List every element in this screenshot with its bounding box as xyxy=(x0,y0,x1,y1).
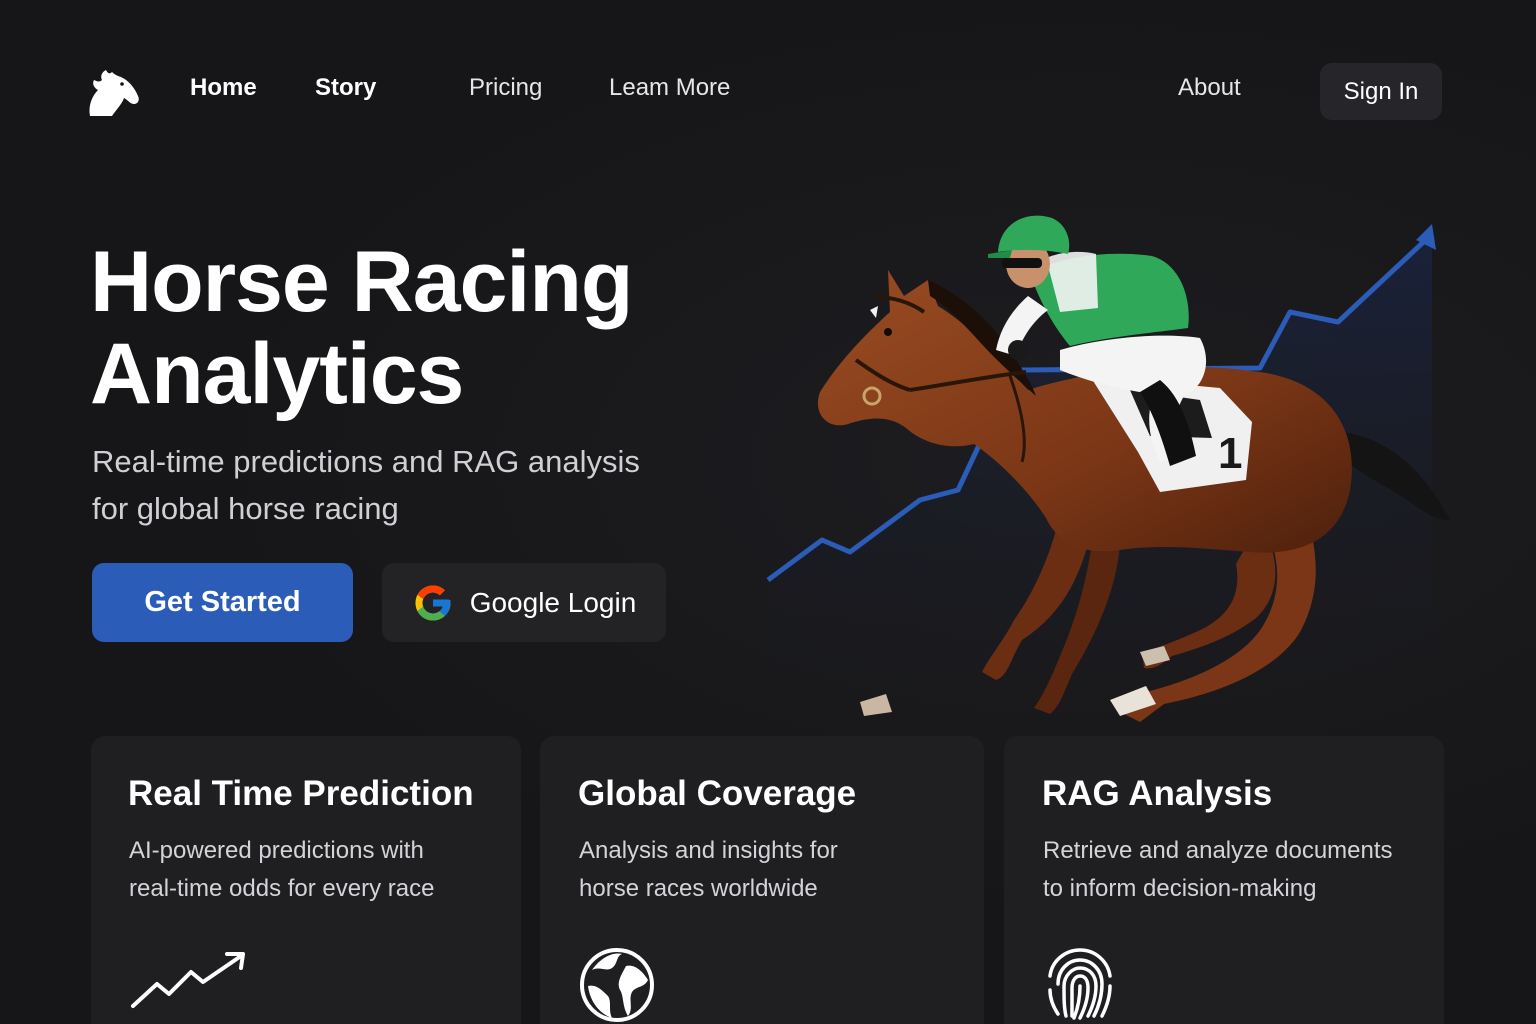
hero-subtitle: Real-time predictions and RAG analysis f… xyxy=(92,438,732,532)
hero-title-line-2: Analytics xyxy=(90,326,464,422)
globe-icon xyxy=(580,948,654,1022)
landing-page: Home Story Pricing Leam More About Sign … xyxy=(0,0,1536,1024)
saddle-number: 1 xyxy=(1218,429,1242,478)
nav-about[interactable]: About xyxy=(1178,74,1241,102)
card-desc-line-1: Analysis and insights for xyxy=(579,837,838,864)
google-login-button[interactable]: Google Login xyxy=(382,563,666,642)
card-desc-line-2: to inform decision-making xyxy=(1043,875,1317,902)
card-desc-line-1: Retrieve and analyze documents xyxy=(1043,837,1393,864)
nav-home[interactable]: Home xyxy=(190,74,257,102)
hero-title-line-1: Horse Racing xyxy=(90,234,633,330)
card-description: Retrieve and analyze documents to inform… xyxy=(1043,832,1423,908)
card-desc-line-2: horse races worldwide xyxy=(579,875,818,902)
card-description: AI-powered predictions with real-time od… xyxy=(129,832,509,908)
card-title: Real Time Prediction xyxy=(128,774,474,813)
card-title: RAG Analysis xyxy=(1042,774,1273,813)
nav-story[interactable]: Story xyxy=(315,74,376,102)
feature-card-real-time-prediction: Real Time Prediction AI-powered predicti… xyxy=(91,736,521,1024)
hero-subtitle-line-2: for global horse racing xyxy=(92,491,399,526)
hero-subtitle-line-1: Real-time predictions and RAG analysis xyxy=(92,444,640,479)
jockey-horse-illustration: 1 xyxy=(766,215,1450,740)
fingerprint-icon xyxy=(1048,948,1112,1020)
google-login-label: Google Login xyxy=(469,586,637,618)
get-started-button[interactable]: Get Started xyxy=(92,563,353,642)
feature-card-rag-analysis: RAG Analysis Retrieve and analyze docume… xyxy=(1004,736,1444,1024)
feature-card-global-coverage: Global Coverage Analysis and insights fo… xyxy=(540,736,984,1024)
hero-title: Horse Racing Analytics xyxy=(90,236,730,420)
google-g-icon xyxy=(415,585,451,620)
nav-learn-more[interactable]: Leam More xyxy=(609,74,730,102)
card-desc-line-2: real-time odds for every race xyxy=(129,875,435,902)
card-description: Analysis and insights for horse races wo… xyxy=(579,832,959,908)
card-desc-line-1: AI-powered predictions with xyxy=(129,837,424,864)
card-title: Global Coverage xyxy=(578,774,857,813)
horse-head-icon[interactable] xyxy=(84,66,142,118)
sign-in-button[interactable]: Sign In xyxy=(1320,63,1442,120)
nav-pricing[interactable]: Pricing xyxy=(469,74,542,102)
trend-up-icon xyxy=(131,952,245,1008)
jockey-helmet xyxy=(998,215,1070,254)
